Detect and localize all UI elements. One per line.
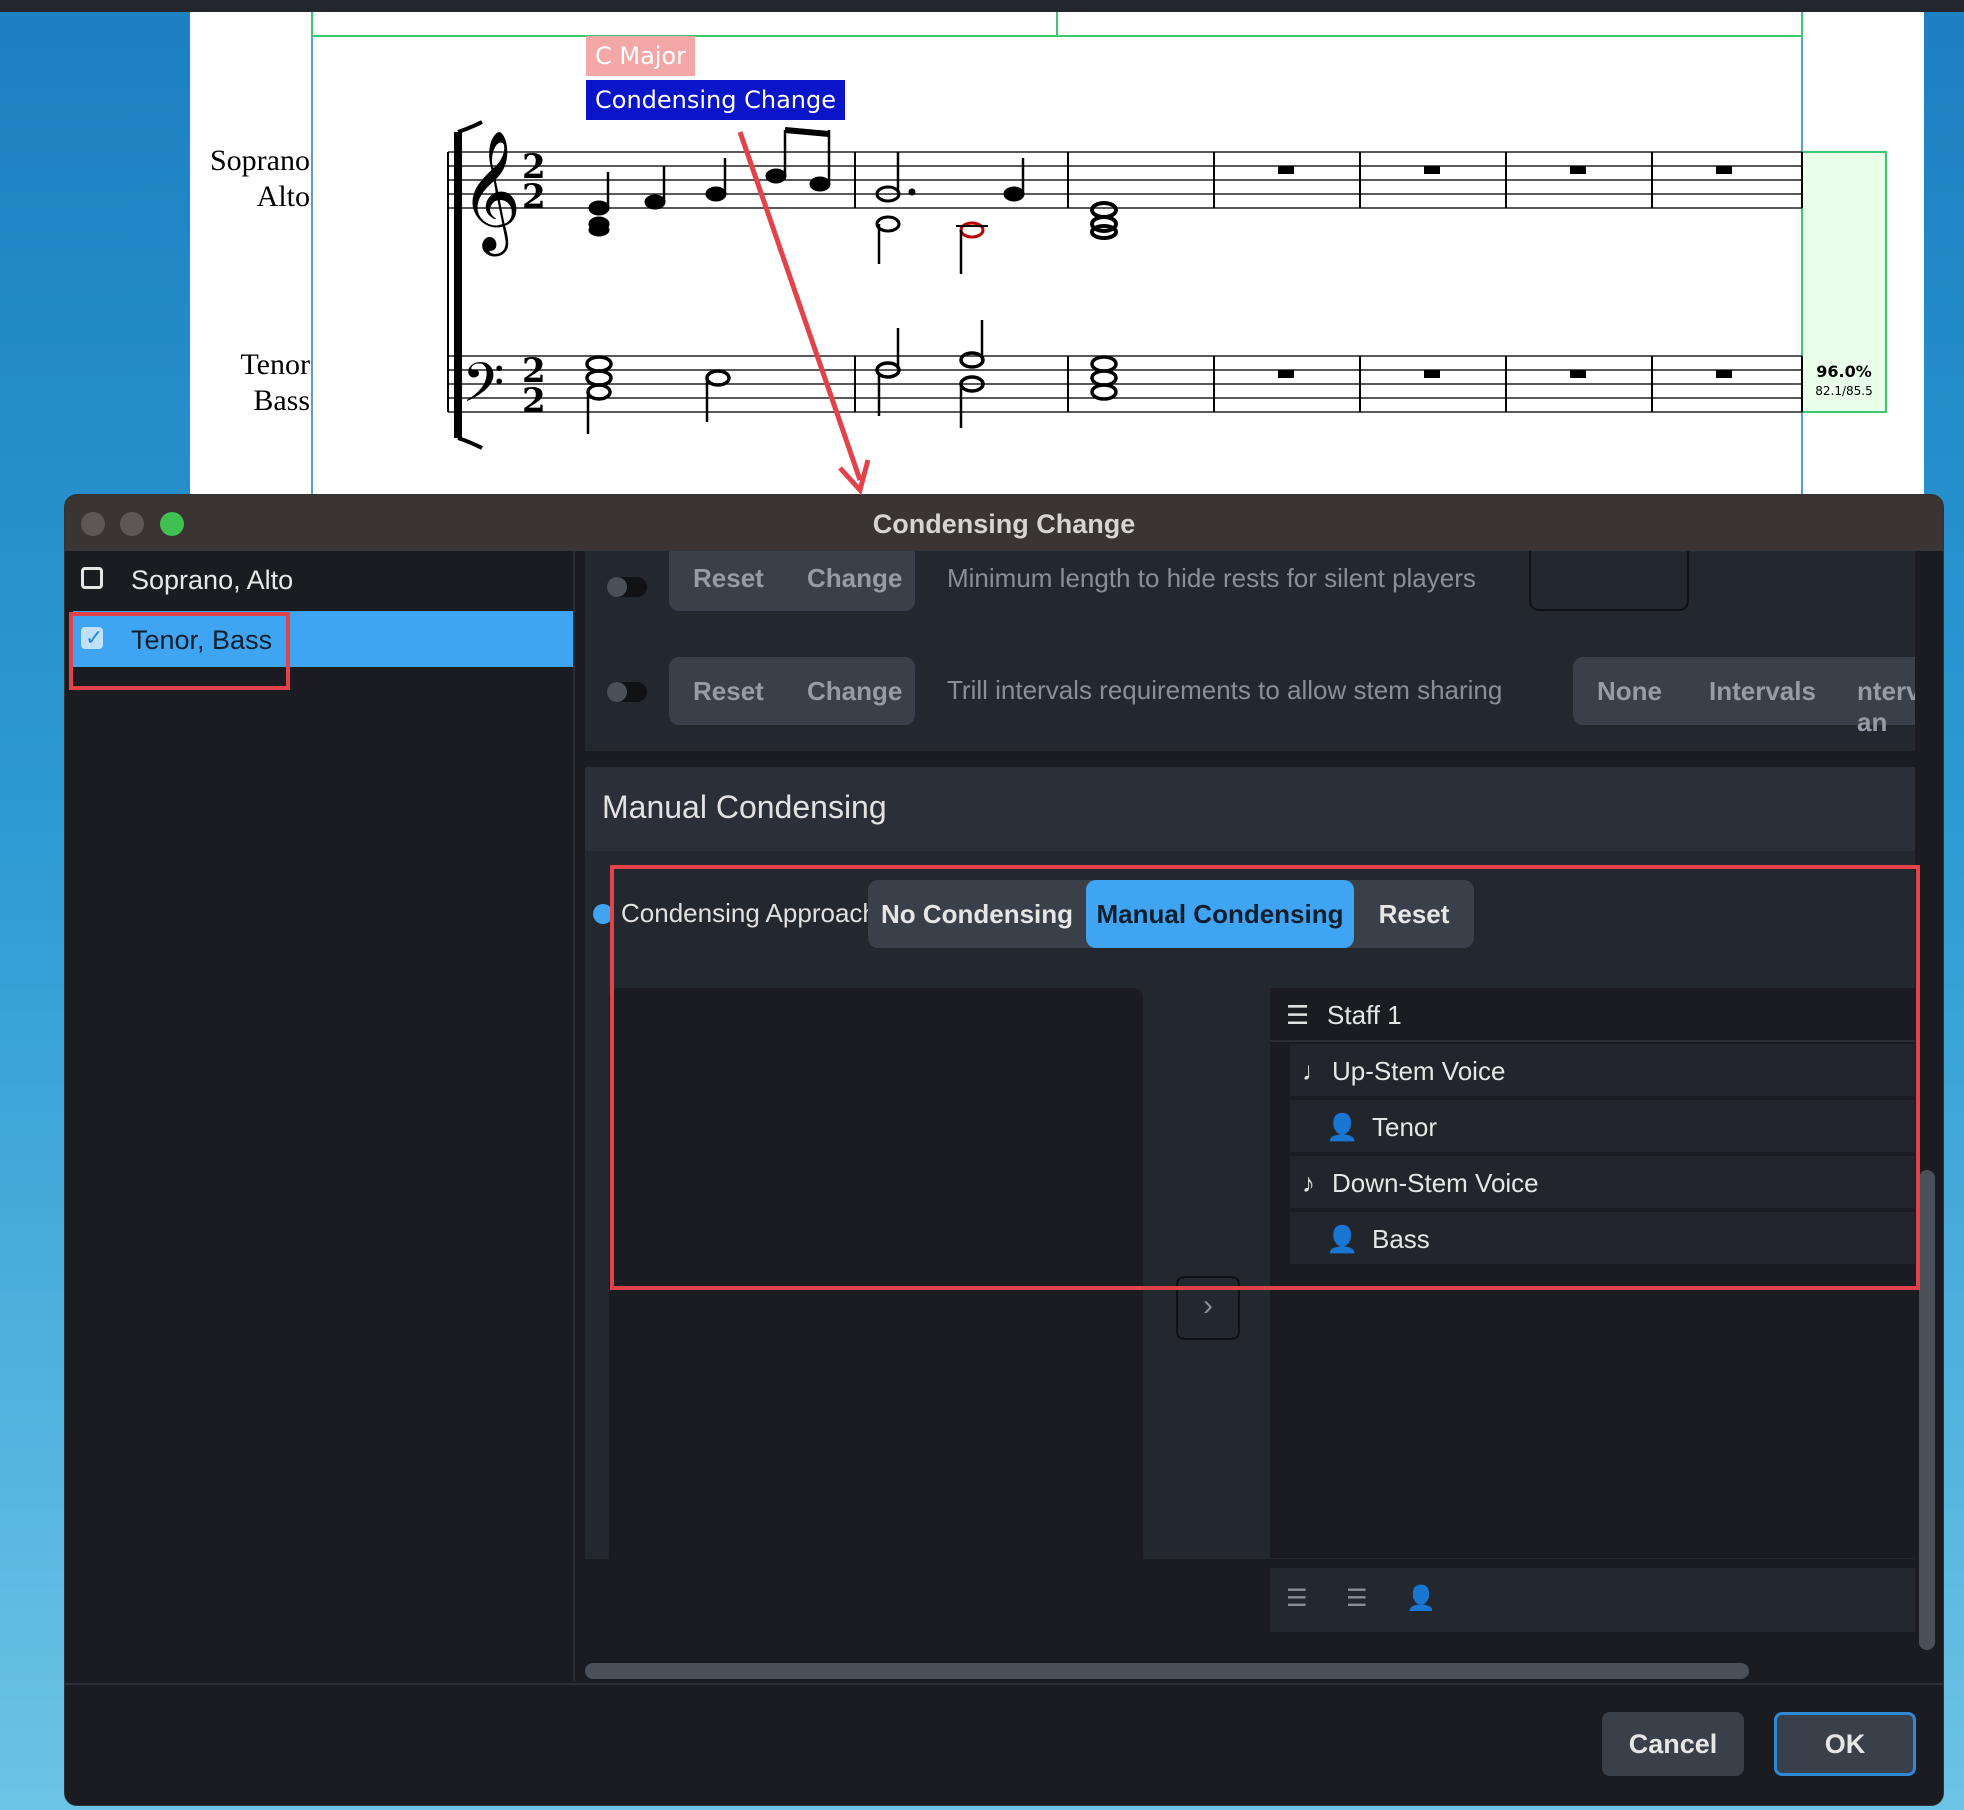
annotation-arrow xyxy=(737,131,871,496)
